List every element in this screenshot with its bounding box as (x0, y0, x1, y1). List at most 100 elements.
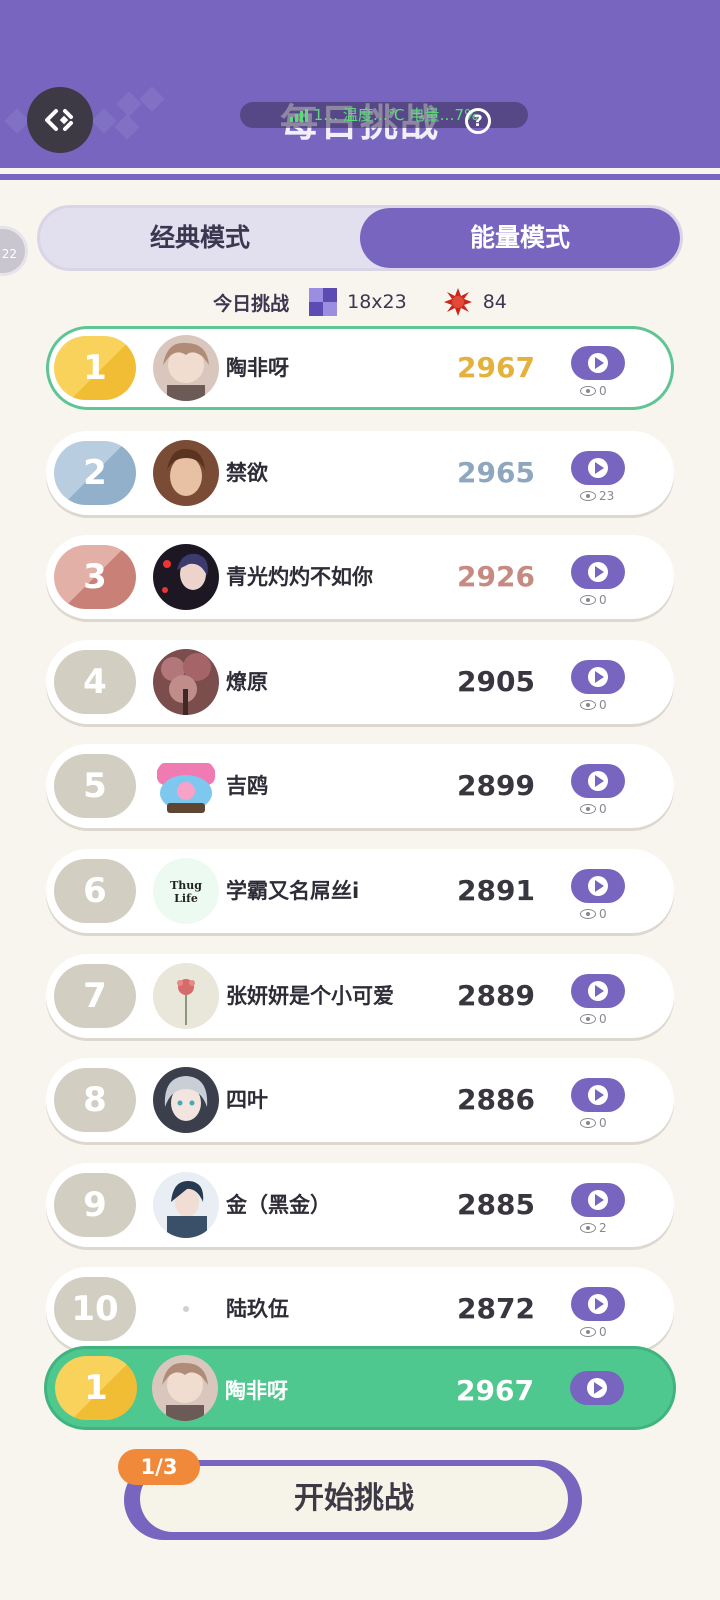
eye-icon (580, 909, 596, 919)
portrait-avatar-icon (153, 439, 219, 506)
user-name: 学霸又名屌丝i (226, 879, 360, 903)
view-count-value: 0 (599, 1011, 607, 1026)
user-name: 陆玖伍 (226, 1297, 289, 1322)
user-avatar (153, 1171, 219, 1238)
user-avatar (153, 1067, 219, 1134)
eye-icon (580, 1327, 596, 1338)
eye-icon (580, 595, 596, 606)
my-name: 陶非呀 (225, 1379, 288, 1403)
challenge-info: 今日挑战 18x23 84 (0, 286, 720, 318)
leaderboard-row: 10 陆玖伍 2872 0 (46, 1267, 674, 1352)
rank-badge: 7 (54, 963, 136, 1028)
user-score: 2885 (457, 1187, 535, 1221)
replay-button[interactable] (571, 869, 625, 903)
rank-badge: 4 (54, 649, 136, 714)
view-count-value: 0 (599, 802, 607, 817)
signal-icon (289, 108, 308, 122)
attempts-badge: 1/3 (118, 1449, 200, 1485)
replay-button[interactable] (571, 1287, 625, 1322)
flower-avatar-icon (153, 962, 219, 1029)
rank-badge: 1 (54, 336, 136, 400)
view-count: 0 (580, 802, 607, 816)
view-count-value: 0 (599, 593, 607, 608)
view-count: 0 (580, 384, 607, 398)
kirby-logo-avatar-icon (153, 753, 219, 820)
tab-energy-mode[interactable]: 能量模式 (360, 208, 680, 268)
rank-badge: 8 (54, 1068, 136, 1133)
mode-tabs: 经典模式 能量模式 (37, 205, 683, 271)
leaderboard-row: 5 吉鸥 2899 0 (46, 744, 674, 829)
grid-size-value: 18x23 (347, 291, 407, 313)
anime-girl-avatar-icon (153, 335, 219, 401)
eye-icon (580, 1222, 596, 1233)
grid-size-icon (309, 288, 338, 316)
view-count-value: 0 (599, 907, 607, 921)
start-challenge-button[interactable]: 开始挑战 (140, 1466, 568, 1532)
help-icon[interactable]: ? (465, 108, 491, 134)
rank-badge: 2 (54, 440, 136, 505)
leaderboard-row: 7 张妍妍是个小可爱 2889 0 (46, 953, 674, 1038)
svg-text:Thug: Thug (170, 879, 202, 892)
view-count: 2 (580, 1221, 607, 1235)
leaderboard-row: 3 青光灼灼不如你 2926 0 (46, 535, 674, 620)
user-name: 燎原 (226, 669, 268, 694)
user-avatar (153, 1276, 219, 1343)
leaderboard-row: 6 Thug Life 学霸又名屌丝i 2891 0 (46, 849, 674, 933)
view-count: 0 (580, 698, 607, 712)
user-name: 四叶 (226, 1088, 268, 1113)
side-avatar-badge[interactable]: 22 (0, 226, 28, 276)
rank-badge: 10 (54, 1277, 136, 1342)
view-count: 0 (580, 1012, 607, 1026)
view-count: 0 (580, 907, 607, 921)
user-avatar (153, 753, 219, 820)
thug-life-avatar-icon: ThugLife (153, 858, 219, 924)
user-score: 2965 (457, 455, 535, 489)
user-score: 2926 (457, 560, 535, 594)
replay-button[interactable] (571, 1078, 625, 1113)
user-score: 2891 (457, 874, 535, 907)
my-replay-button[interactable] (570, 1371, 624, 1405)
svg-text:Life: Life (174, 892, 198, 905)
eye-icon (580, 699, 596, 710)
user-name: 禁欲 (226, 460, 268, 485)
replay-button[interactable] (571, 973, 625, 1008)
my-score: 2967 (456, 1374, 534, 1407)
view-count-value: 2 (599, 1220, 607, 1235)
user-score: 2905 (457, 664, 535, 698)
user-avatar (153, 439, 219, 506)
user-score: 2899 (457, 769, 535, 803)
eye-icon (580, 1118, 596, 1129)
replay-button[interactable] (571, 346, 625, 380)
energy-value: 84 (482, 291, 507, 313)
replay-button[interactable] (571, 450, 625, 485)
view-count-value: 0 (599, 384, 607, 398)
replay-button[interactable] (571, 659, 625, 694)
leaderboard-row: 9 金（黑金） 2885 2 (46, 1162, 674, 1247)
header-divider-line (0, 174, 720, 180)
my-rank-row: 1 陶非呀 2967 (44, 1346, 676, 1430)
view-count-value: 0 (599, 1116, 607, 1131)
replay-button[interactable] (571, 764, 625, 799)
user-score: 2967 (457, 351, 535, 384)
status-text: 1… 温度…℃ 电量…7% (313, 106, 479, 124)
tab-classic-mode[interactable]: 经典模式 (40, 208, 360, 268)
leaderboard-row: 2 禁欲 2965 23 (46, 430, 674, 515)
replay-button[interactable] (571, 555, 625, 590)
energy-burst-icon (443, 288, 472, 316)
blossom-tree-avatar-icon (153, 648, 219, 715)
user-avatar: Thug Life (153, 858, 219, 924)
leaderboard-row: 4 燎原 2905 0 (46, 639, 674, 724)
user-name: 张妍妍是个小可爱 (226, 983, 394, 1008)
my-avatar (152, 1355, 218, 1421)
user-avatar (153, 648, 219, 715)
user-score: 2886 (457, 1083, 535, 1117)
replay-button[interactable] (571, 1182, 625, 1217)
user-name: 陶非呀 (226, 356, 289, 380)
eye-icon (580, 1013, 596, 1024)
user-score: 2889 (457, 978, 535, 1012)
challenge-label: 今日挑战 (213, 292, 290, 315)
eye-icon (580, 804, 596, 815)
rank-badge: 9 (54, 1172, 136, 1237)
view-count: 23 (580, 489, 614, 503)
user-name: 青光灼灼不如你 (226, 565, 373, 590)
